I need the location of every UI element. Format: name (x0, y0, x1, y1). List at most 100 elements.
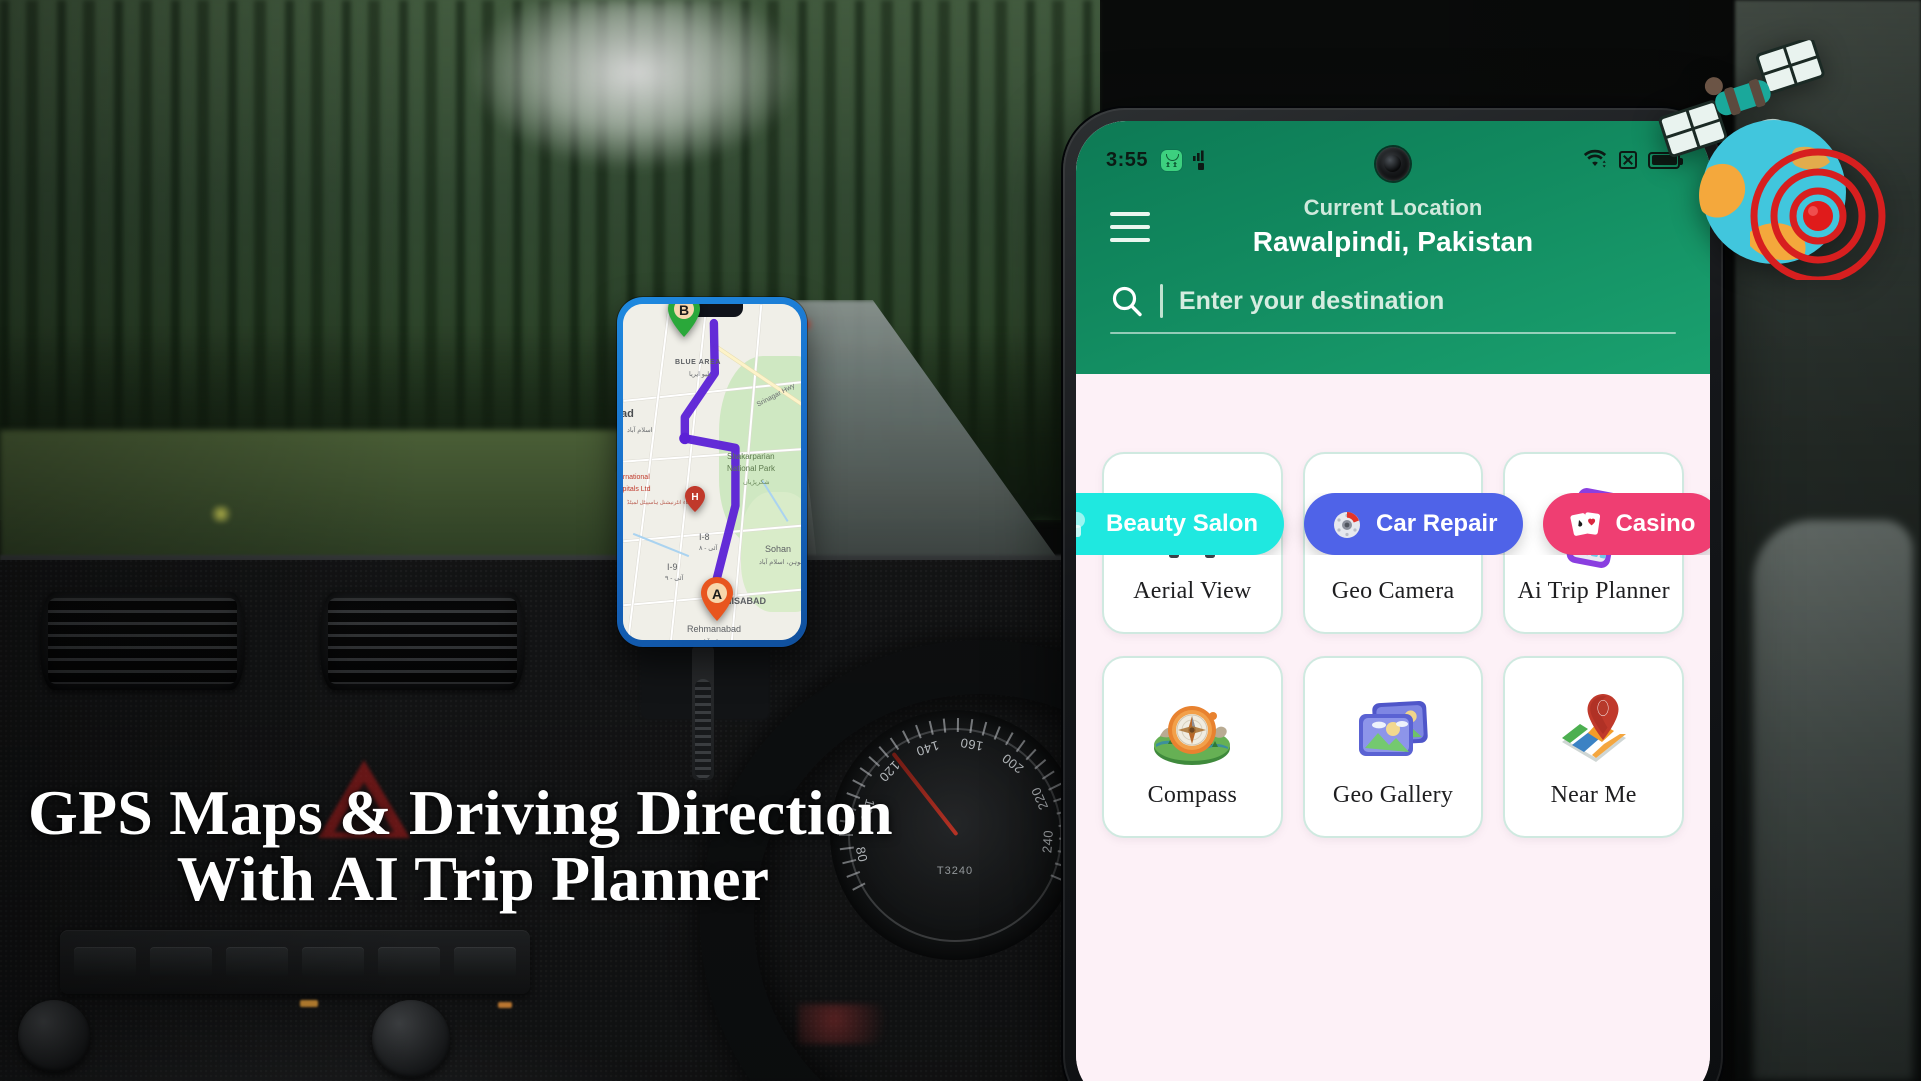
search-row (1076, 258, 1710, 318)
satellite-globe-radar-icon (1658, 40, 1886, 280)
pin-label-b: B (679, 304, 689, 318)
app-screen: 3:55 Current Location Rawalpindi, Pakist… (1076, 121, 1710, 1081)
hospital-pin: H (685, 486, 705, 512)
current-location-value[interactable]: Rawalpindi, Pakistan (1152, 226, 1634, 258)
steering-wheel-buttons (798, 1004, 918, 1044)
map-label-i8: I-8 (699, 532, 710, 542)
tile-label: Aerial View (1133, 577, 1252, 604)
hamburger-menu-icon[interactable] (1110, 211, 1152, 242)
gauge-tick (1041, 770, 1055, 780)
playing-cards-icon (1569, 507, 1603, 541)
map-label-park: Shakarparian (727, 452, 775, 461)
current-location-label: Current Location (1303, 195, 1483, 220)
gauge-tick (889, 737, 900, 751)
map-label-sohan: Sohan (765, 544, 792, 554)
mini-phone-mockup: BLUE AREA بلیو ایریا ad اسلام آباد Shaka… (617, 297, 807, 647)
map-label-rehmanabad-urdu: رحمان آباد (701, 638, 729, 640)
compass-icon (1146, 686, 1238, 778)
origin-pin: A (701, 577, 733, 621)
gauge-tick (1048, 782, 1062, 791)
console-indicator (300, 1000, 318, 1007)
hamburger-bar (1110, 224, 1150, 229)
promo-canvas: T3240 80 100 120 140 160 200 220 240 GPS Maps &… (0, 0, 1921, 1081)
console-indicator (498, 1002, 512, 1008)
map-label-blue-area-urdu: بلیو ایریا (689, 371, 712, 378)
console-key (226, 947, 288, 977)
gauge-tick (969, 718, 974, 734)
gauge-tick (928, 720, 934, 735)
climate-knob-right (372, 1000, 450, 1078)
map-label-rehmanabad: Rehmanabad (687, 624, 742, 634)
air-vent-left (40, 592, 245, 690)
map-label-islamabad-urdu: اسلام آباد (627, 427, 653, 434)
hamburger-bar (1110, 237, 1150, 242)
gauge-tick (868, 755, 881, 767)
chip-casino[interactable]: Casino (1543, 493, 1710, 555)
gauge-tick (1015, 739, 1026, 753)
chip-beauty-salon[interactable]: Beauty Salon (1076, 493, 1285, 555)
front-camera-punch-hole (1376, 147, 1410, 181)
map-pin-icon (1548, 686, 1640, 778)
headline-line-2: With AI Trip Planner (176, 842, 770, 914)
tile-compass[interactable]: Compass (1102, 656, 1283, 838)
map-label-blue-area: BLUE AREA (675, 359, 721, 366)
gauge-tick (1034, 759, 1047, 770)
console-key (150, 947, 212, 977)
tile-label: Geo Camera (1331, 577, 1455, 604)
tile-geo-gallery[interactable]: Geo Gallery (1302, 656, 1484, 838)
chip-car-repair[interactable]: Car Repair (1304, 493, 1524, 555)
map-label-hospital-1: ernational (623, 474, 650, 481)
gauge-tick (878, 746, 890, 758)
phone-mockup: 3:55 Current Location Rawalpindi, Pakist… (1063, 108, 1723, 1081)
search-icon[interactable] (1110, 284, 1144, 318)
chip-label: Casino (1615, 510, 1696, 537)
category-chips-row[interactable]: Beauty Salon Car Repair Casino (1076, 493, 1710, 555)
no-sim-icon (1619, 151, 1637, 169)
salon-icon (1076, 507, 1094, 541)
signal-bars-icon (1192, 149, 1210, 171)
map-label-park-2: National Park (727, 464, 776, 473)
header-titles: Current Location Rawalpindi, Pakistan (1152, 195, 1634, 258)
photo-stack-icon (1347, 686, 1439, 778)
charging-cable (692, 645, 714, 780)
search-divider (1160, 284, 1163, 318)
gauge-tick (915, 724, 922, 739)
gauge-tick (942, 718, 947, 733)
wifi-icon (1582, 146, 1608, 174)
tile-label: Near Me (1550, 781, 1637, 808)
tile-label: Geo Gallery (1332, 781, 1454, 808)
search-input[interactable] (1179, 284, 1676, 318)
gauge-tick (956, 718, 960, 733)
hamburger-bar (1110, 211, 1150, 216)
air-vent-right (320, 592, 525, 690)
pin-label-h: H (691, 492, 698, 503)
route-map: BLUE AREA بلیو ایریا ad اسلام آباد Shaka… (623, 304, 801, 640)
promo-headline: GPS Maps & Driving Direction With AI Tri… (28, 780, 1048, 912)
map-label-i9-urdu: آئی - ۹ (665, 575, 684, 582)
windshield-glare (420, 0, 850, 240)
map-label-sohan-urdu: سوہن، اسلام آباد (759, 559, 801, 566)
console-key (454, 947, 516, 977)
header-row: Current Location Rawalpindi, Pakistan (1076, 181, 1710, 258)
header-bottom-spacer (1076, 334, 1710, 374)
map-label-hospital-2: spitals Ltd (623, 486, 651, 493)
chip-label: Car Repair (1376, 510, 1498, 537)
tile-label: Compass (1147, 781, 1238, 808)
radio-console (60, 930, 530, 994)
map-label-park-urdu: شکرپڑیاں (743, 479, 770, 486)
climate-knob-left (18, 1000, 90, 1072)
status-left-icons (1161, 149, 1210, 171)
gauge-tick (901, 730, 911, 744)
app-notification-icon (1161, 149, 1183, 171)
headline-line-1: GPS Maps & Driving Direction (28, 777, 893, 848)
destination-pin: B (668, 304, 700, 337)
map-label-i8-urdu: آئی - ۸ (699, 545, 718, 552)
app-body: Aerial View Geo Camera Ai Trip Planner C… (1076, 374, 1710, 1081)
pin-label-a: A (712, 586, 722, 602)
console-key (302, 947, 364, 977)
gauge-tick (1005, 732, 1014, 746)
roadside-flowers (208, 505, 234, 523)
tile-near-me[interactable]: Near Me (1503, 656, 1684, 838)
gauge-tick (981, 721, 988, 736)
gauge-tick (1025, 748, 1037, 761)
